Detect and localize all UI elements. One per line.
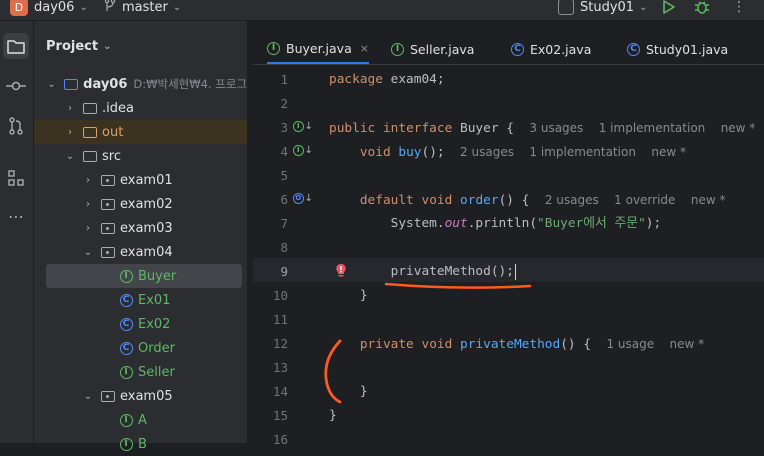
underline-annotation [384,282,532,289]
annotation-overlay [324,282,532,404]
bracket-annotation [324,339,342,404]
